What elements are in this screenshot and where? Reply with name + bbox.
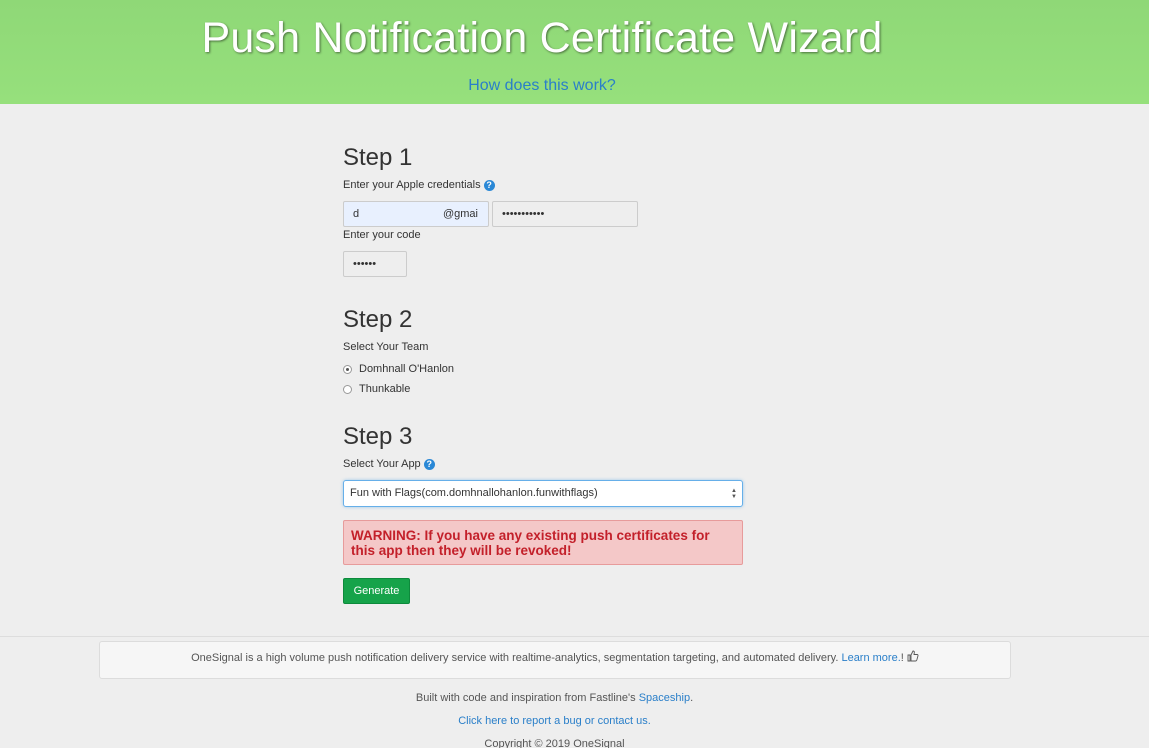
help-icon[interactable]: ? — [483, 180, 495, 191]
team-option-label: Domhnall O'Hanlon — [359, 363, 455, 375]
page-header: Push Notification Certificate Wizard How… — [0, 0, 1149, 104]
app-select[interactable]: Fun with Flags(com.domhnallohanlon.funwi… — [343, 480, 743, 507]
thumbs-up-icon — [907, 650, 919, 662]
spaceship-link[interactable]: Spaceship — [639, 692, 690, 704]
step1-heading: Step 1 — [343, 144, 413, 171]
credentials-label: Enter your Apple credentials? — [343, 179, 495, 191]
built-with-line: Built with code and inspiration from Fas… — [0, 692, 1109, 704]
copyright: Copyright © 2019 OneSignal — [484, 738, 625, 748]
app-label-text: Select Your App — [343, 458, 421, 470]
app-select-value: Fun with Flags(com.domhnallohanlon.funwi… — [350, 487, 598, 499]
built-with-text: Built with code and inspiration from Fas… — [415, 692, 639, 704]
revocation-warning: WARNING: If you have any existing push c… — [343, 520, 743, 565]
step3-heading: Step 3 — [343, 423, 413, 450]
radio-selected[interactable] — [343, 364, 352, 374]
team-option-2[interactable]: Thunkable — [343, 383, 410, 395]
report-bug-line: Click here to report a bug or contact us… — [0, 715, 1109, 727]
info-exclaim: ! — [900, 652, 904, 664]
learn-more-link[interactable]: Learn more. — [841, 652, 900, 664]
team-option-1[interactable]: Domhnall O'Hanlon — [343, 363, 454, 375]
info-text: OneSignal is a high volume push notifica… — [191, 652, 842, 664]
onesignal-info-box: OneSignal is a high volume push notifica… — [99, 641, 1011, 679]
radio-unselected[interactable] — [343, 384, 352, 394]
team-option-label: Thunkable — [359, 383, 411, 395]
code-label: Enter your code — [343, 229, 421, 241]
apple-password-input[interactable]: ••••••••••• — [492, 201, 638, 227]
warning-line-2: this app then they will be revoked! — [351, 543, 572, 558]
page-title: Push Notification Certificate Wizard — [201, 14, 883, 62]
verification-code-input[interactable]: •••••• — [343, 251, 407, 277]
warning-line-1: WARNING: If you have any existing push c… — [351, 528, 710, 543]
footer-divider — [0, 636, 1149, 637]
generate-button[interactable]: Generate — [343, 578, 410, 604]
apple-id-email-input[interactable]: d @gmai — [343, 201, 489, 227]
credentials-label-text: Enter your Apple credentials — [343, 179, 481, 191]
built-with-period: . — [690, 692, 694, 704]
app-label: Select Your App? — [343, 458, 435, 470]
select-arrows-icon: ▲ ▼ — [731, 488, 737, 500]
email-user-value: d — [353, 208, 360, 220]
team-label: Select Your Team — [343, 341, 429, 353]
help-icon[interactable]: ? — [423, 459, 435, 470]
report-bug-link[interactable]: Click here to report a bug or contact us… — [458, 715, 651, 727]
email-domain-value: @gmai — [442, 208, 478, 220]
step2-heading: Step 2 — [343, 306, 413, 333]
how-does-this-work-link[interactable]: How does this work? — [0, 77, 1084, 95]
